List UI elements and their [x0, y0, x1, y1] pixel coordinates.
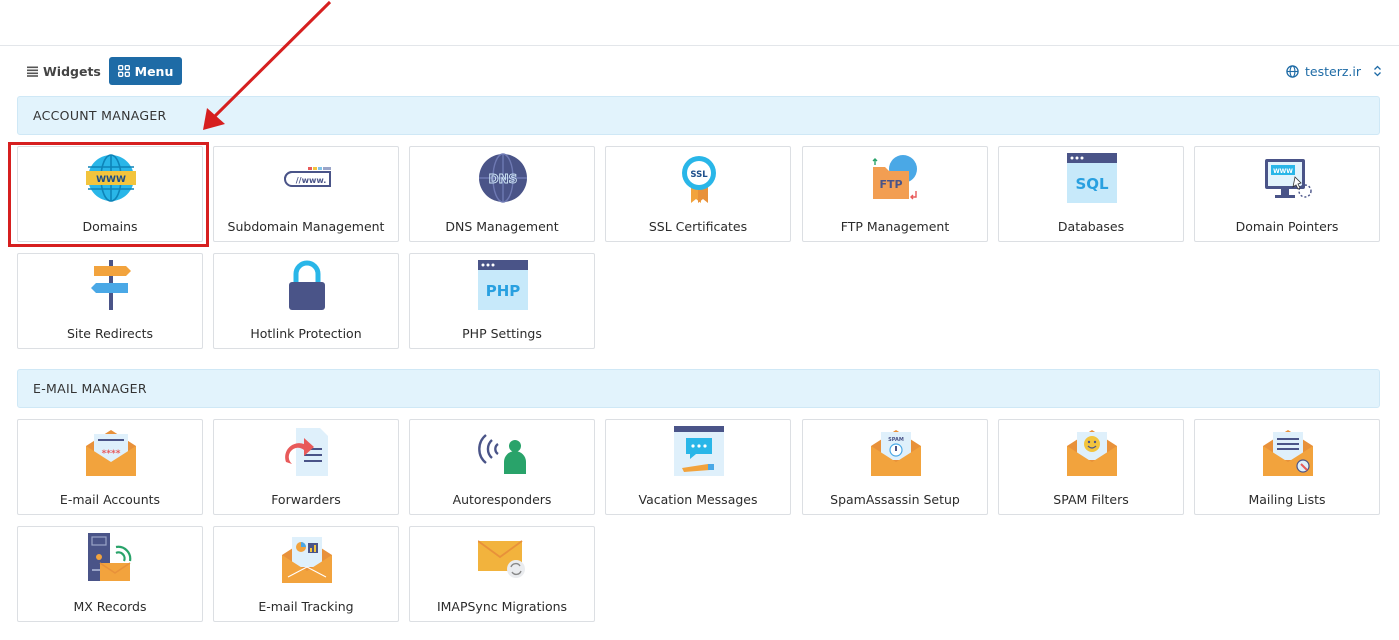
domain-selector-value: testerz.ir	[1305, 63, 1361, 79]
tile-label: Autoresponders	[452, 492, 552, 507]
tile-label: Hotlink Protection	[250, 326, 362, 341]
widgets-view-button[interactable]: Widgets	[17, 57, 111, 85]
tile-email-tracking[interactable]: E-mail Tracking	[213, 526, 399, 622]
tile-forwarders[interactable]: Forwarders	[213, 419, 399, 515]
tile-label: Forwarders	[271, 492, 341, 507]
tile-vacation-messages[interactable]: Vacation Messages	[605, 419, 791, 515]
tile-label: IMAPSync Migrations	[436, 599, 568, 614]
tile-databases[interactable]: SQL Databases	[998, 146, 1184, 242]
menu-view-button[interactable]: Menu	[109, 57, 182, 85]
mailing-list-envelope-icon	[1263, 430, 1313, 476]
svg-text:SQL: SQL	[1075, 175, 1109, 193]
tile-label: SPAM Filters	[1053, 492, 1129, 507]
tile-label: PHP Settings	[462, 326, 542, 341]
svg-text:SPAM: SPAM	[888, 437, 904, 443]
dns-globe-icon: DNS	[479, 153, 527, 203]
vacation-message-icon	[674, 426, 724, 476]
menu-label: Menu	[134, 63, 174, 79]
ftp-folder-icon: FTP	[872, 155, 917, 200]
tile-ssl-certificates[interactable]: SSL SSL Certificates	[605, 146, 791, 242]
svg-text:WWW: WWW	[1273, 168, 1293, 175]
tile-dns-management[interactable]: DNS DNS Management	[409, 146, 595, 242]
tile-label: Domains	[82, 219, 138, 234]
tile-label: FTP Management	[840, 219, 950, 234]
tile-subdomain-management[interactable]: //www. Subdomain Management	[213, 146, 399, 242]
tile-domain-pointers[interactable]: WWW Domain Pointers	[1194, 146, 1380, 242]
svg-text:****: ****	[102, 449, 121, 459]
tile-label: SpamAssassin Setup	[830, 492, 960, 507]
spam-filter-envelope-icon	[1067, 430, 1117, 476]
tile-hotlink-protection[interactable]: Hotlink Protection	[213, 253, 399, 349]
email-manager-header: E-MAIL MANAGER	[17, 369, 1380, 408]
signpost-icon	[91, 260, 131, 310]
domain-selector[interactable]: testerz.ir	[1286, 57, 1382, 85]
tile-label: Mailing Lists	[1248, 492, 1326, 507]
tile-mx-records[interactable]: MX Records	[17, 526, 203, 622]
imapsync-envelope-icon	[478, 540, 525, 578]
tile-label: Domain Pointers	[1235, 219, 1339, 234]
tile-label: DNS Management	[445, 219, 559, 234]
top-bar	[0, 0, 1399, 46]
tile-label: Site Redirects	[66, 326, 154, 341]
list-icon	[27, 66, 38, 77]
sql-database-icon: SQL	[1067, 153, 1117, 203]
domains-globe-icon: WWW	[86, 154, 136, 202]
svg-text://www.: //www.	[296, 176, 327, 185]
tile-label: E-mail Accounts	[59, 492, 161, 507]
email-tracking-icon	[282, 537, 332, 583]
spam-envelope-icon: SPAM	[871, 430, 921, 476]
svg-text:PHP: PHP	[486, 282, 521, 300]
svg-text:DNS: DNS	[489, 172, 518, 186]
tile-spam-filters[interactable]: SPAM Filters	[998, 419, 1184, 515]
php-window-icon: PHP	[478, 260, 528, 310]
tile-mailing-lists[interactable]: Mailing Lists	[1194, 419, 1380, 515]
domain-pointer-monitor-icon: WWW	[1265, 159, 1312, 198]
subdomain-icon: //www.	[284, 167, 331, 187]
tile-label: SSL Certificates	[648, 219, 748, 234]
tile-label: Vacation Messages	[638, 492, 758, 507]
tile-site-redirects[interactable]: Site Redirects	[17, 253, 203, 349]
svg-text:FTP: FTP	[879, 178, 902, 191]
globe-icon	[1286, 64, 1299, 78]
tile-label: Databases	[1057, 219, 1125, 234]
tile-label: E-mail Tracking	[258, 599, 354, 614]
chevron-updown-icon	[1374, 65, 1381, 77]
view-bar: Widgets Menu testerz.ir	[17, 57, 1382, 85]
forward-document-icon	[285, 428, 328, 476]
account-manager-header: ACCOUNT MANAGER	[17, 96, 1380, 135]
tile-domains[interactable]: WWW Domains	[17, 146, 203, 242]
grid-icon	[117, 65, 130, 77]
widgets-label: Widgets	[43, 63, 101, 79]
tile-ftp-management[interactable]: FTP FTP Management	[802, 146, 988, 242]
autoresponder-person-icon	[478, 434, 526, 474]
tile-autoresponders[interactable]: Autoresponders	[409, 419, 595, 515]
ssl-badge-icon: SSL	[682, 156, 716, 203]
svg-text:SSL: SSL	[690, 170, 708, 180]
tile-label: Subdomain Management	[227, 219, 385, 234]
tile-spamassassin-setup[interactable]: SPAM SpamAssassin Setup	[802, 419, 988, 515]
padlock-icon	[289, 260, 325, 310]
tile-imapsync-migrations[interactable]: IMAPSync Migrations	[409, 526, 595, 622]
svg-text:WWW: WWW	[96, 175, 126, 185]
tile-email-accounts[interactable]: **** E-mail Accounts	[17, 419, 203, 515]
mx-server-icon	[88, 533, 132, 581]
tile-label: MX Records	[73, 599, 147, 614]
tile-php-settings[interactable]: PHP PHP Settings	[409, 253, 595, 349]
email-password-envelope-icon: ****	[86, 430, 136, 476]
